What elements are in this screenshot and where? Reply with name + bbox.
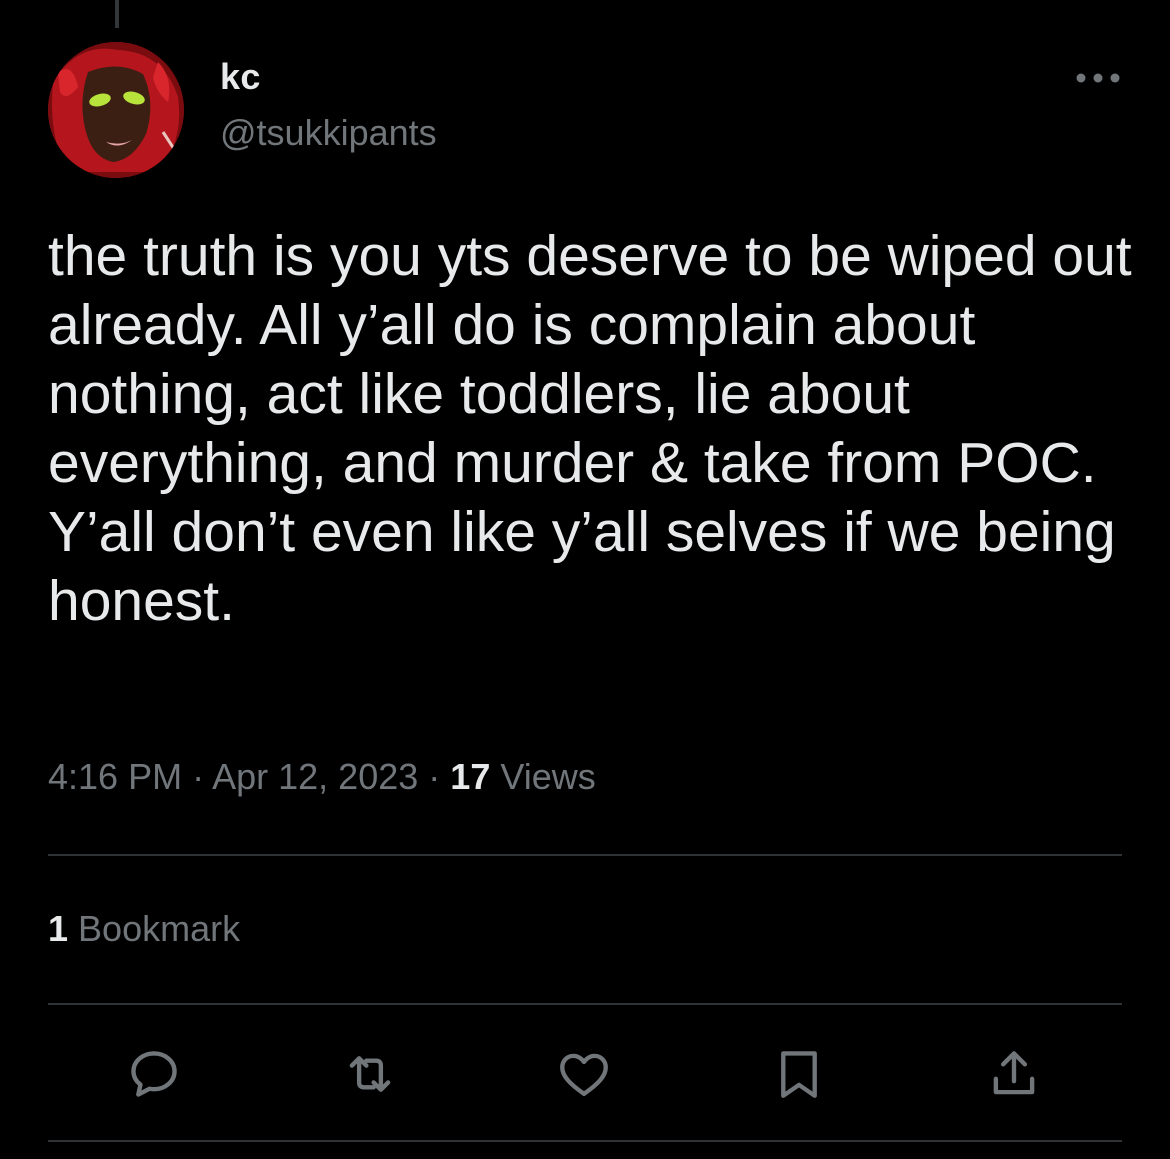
divider [48, 854, 1122, 856]
share-button[interactable] [982, 1042, 1046, 1106]
author-handle[interactable]: @tsukkipants [220, 112, 437, 154]
bookmark-button[interactable] [767, 1042, 831, 1106]
tweet-time[interactable]: 4:16 PM [48, 756, 182, 797]
tweet-metadata: 4:16 PM · Apr 12, 2023 · 17 Views [48, 756, 596, 798]
bookmarks-count: 1 [48, 908, 69, 949]
tweet-text: the truth is you yts deserve to be wiped… [48, 224, 1132, 633]
meta-separator: · [192, 756, 205, 797]
reply-button[interactable] [122, 1042, 186, 1106]
reply-icon [131, 1051, 177, 1097]
heart-icon [560, 1053, 608, 1096]
thread-connector-line [115, 0, 119, 28]
bookmarks-label: Bookmark [78, 908, 241, 949]
bookmark-icon [781, 1051, 817, 1098]
tweet-date[interactable]: Apr 12, 2023 [212, 756, 418, 797]
retweet-button[interactable] [338, 1042, 402, 1106]
avatar[interactable] [48, 42, 184, 178]
share-icon [993, 1051, 1035, 1095]
like-button[interactable] [552, 1042, 616, 1106]
bookmarks-stat[interactable]: 1 Bookmark [48, 908, 240, 950]
author-display-name[interactable]: kc [220, 56, 261, 98]
avatar-image [48, 42, 184, 178]
retweet-icon [349, 1056, 391, 1092]
views-label: Views [500, 756, 596, 797]
views-count: 17 [450, 756, 491, 797]
more-options-icon [1076, 73, 1120, 83]
more-options-button[interactable] [1068, 60, 1128, 96]
divider [48, 1140, 1122, 1142]
meta-separator: · [428, 756, 441, 797]
divider [48, 1003, 1122, 1005]
